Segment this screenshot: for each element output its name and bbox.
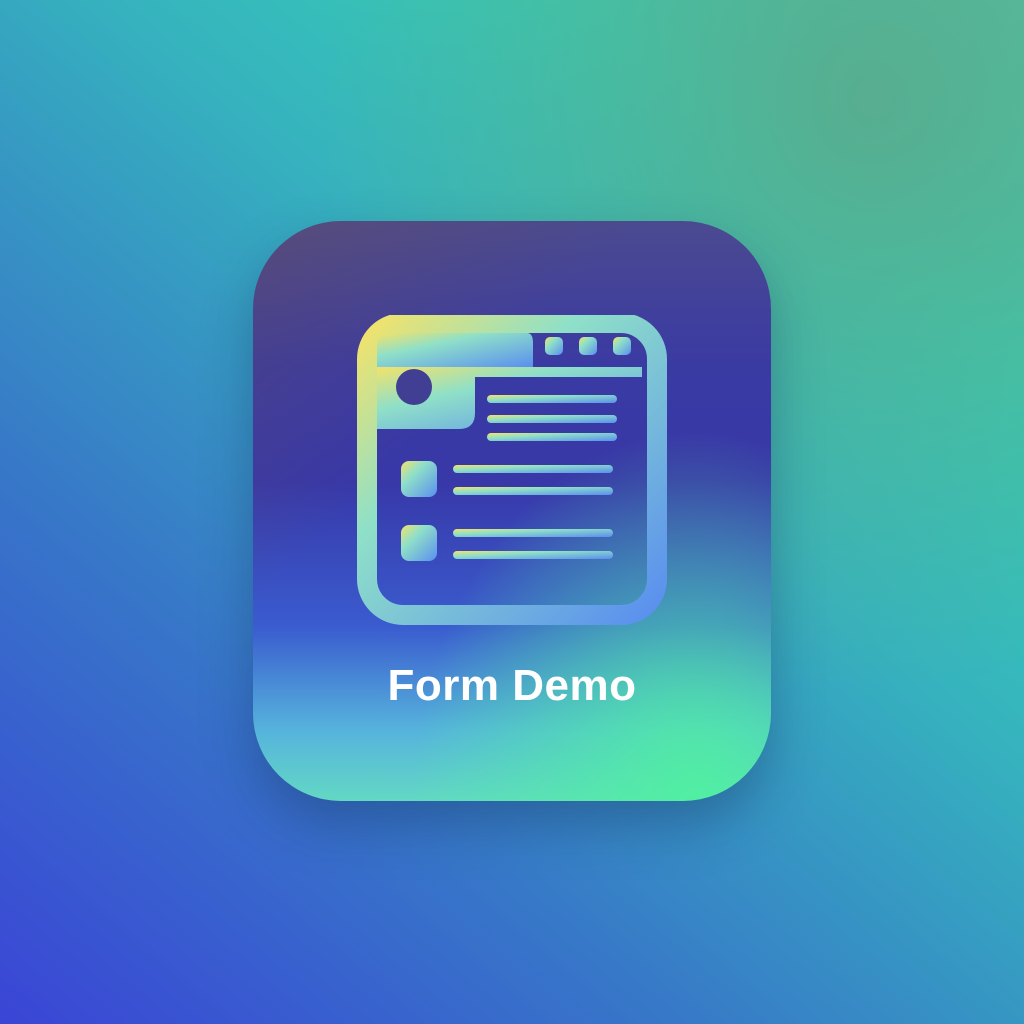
desktop-background: Form Demo <box>0 0 1024 1024</box>
form-window-icon <box>357 315 667 625</box>
app-icon-form-demo[interactable]: Form Demo <box>253 221 771 801</box>
app-label: Form Demo <box>387 661 637 710</box>
